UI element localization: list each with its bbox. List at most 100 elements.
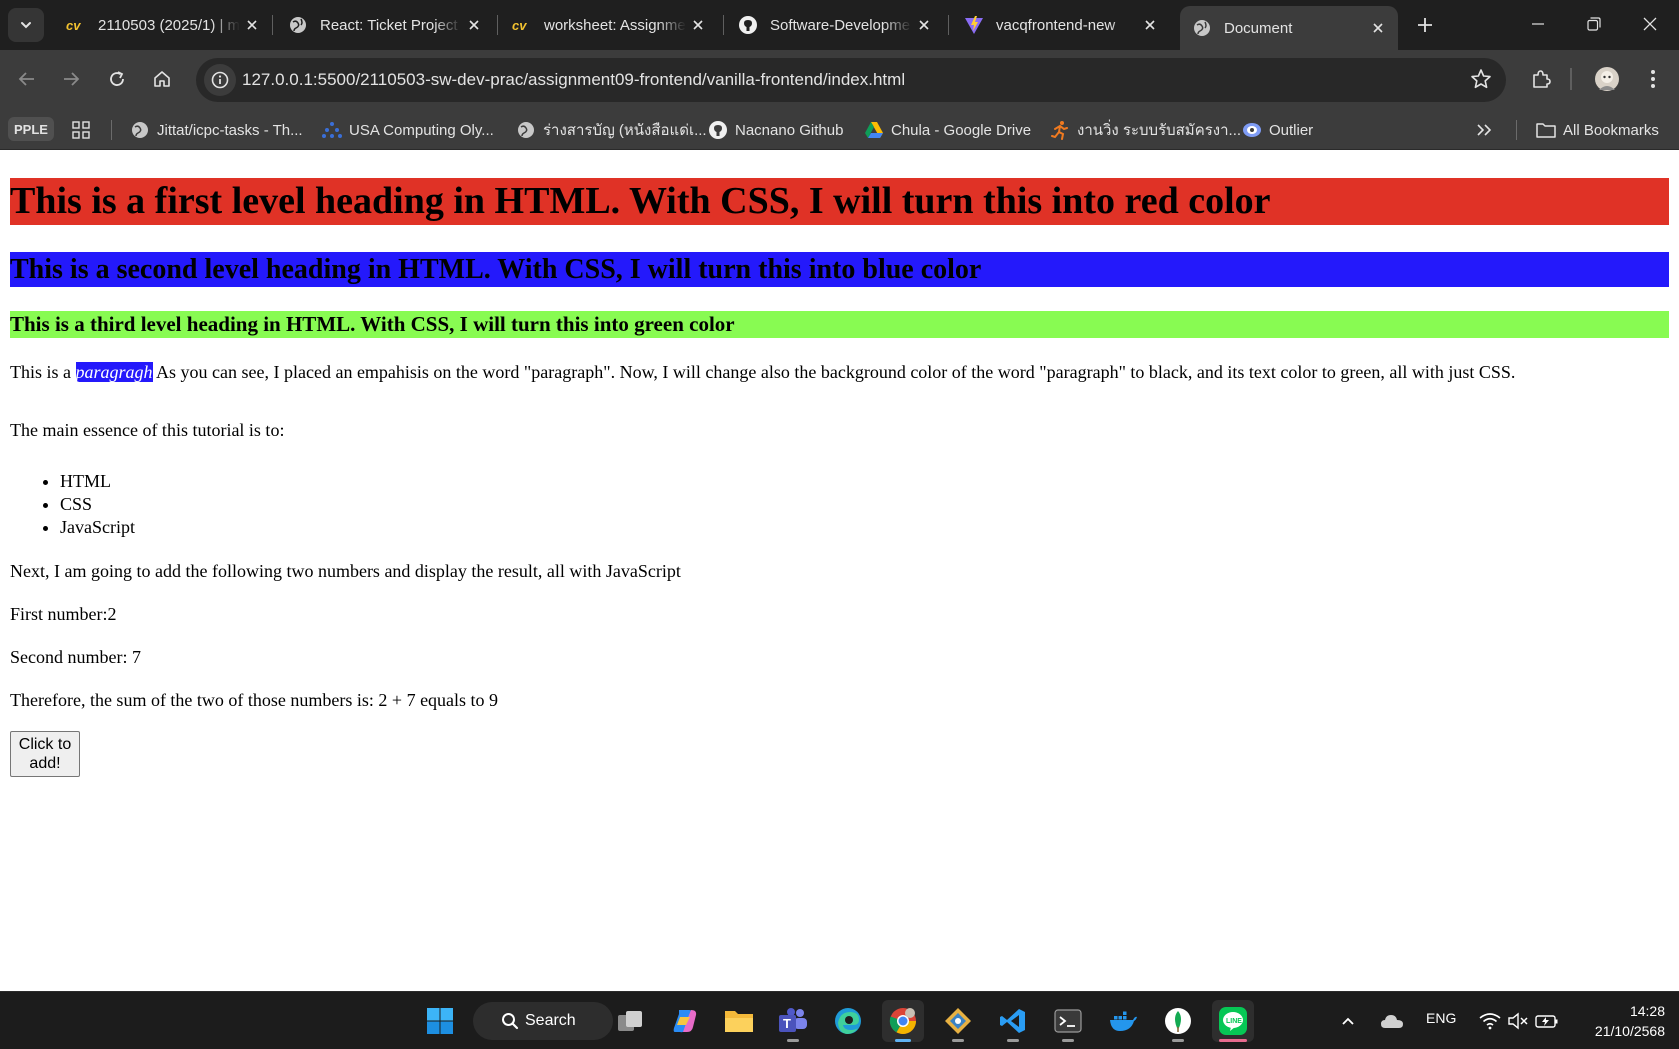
windows-logo-icon [427, 1008, 453, 1034]
forward-button[interactable] [54, 62, 88, 96]
profile-avatar[interactable] [1590, 62, 1624, 96]
tab-react-ticket-project[interactable]: React: Ticket Project [276, 6, 494, 44]
file-explorer-button[interactable] [718, 1000, 760, 1042]
reload-button[interactable] [100, 62, 134, 96]
minimize-button[interactable] [1510, 0, 1566, 48]
mongodb-compass-button[interactable] [1157, 1000, 1199, 1042]
start-button[interactable] [419, 1000, 461, 1042]
task-view-icon [618, 1011, 642, 1031]
kebab-menu-icon [1651, 70, 1655, 88]
bookmark-star-icon[interactable] [1470, 68, 1492, 95]
search-label: Search [525, 1012, 576, 1029]
tab-divider [948, 15, 949, 35]
bookmark-jittat-icpc-tasks[interactable]: Jittat/icpc-tasks - Th... [130, 118, 303, 142]
close-icon[interactable] [912, 13, 936, 37]
close-window-button[interactable] [1622, 0, 1678, 48]
tab-search-button[interactable] [8, 8, 44, 42]
github-icon [738, 15, 758, 35]
github-icon [708, 120, 728, 140]
cloud-icon [1381, 1015, 1403, 1028]
battery-charging-icon [1535, 1015, 1558, 1028]
emphasized-word: paragragh [75, 362, 153, 382]
line-button[interactable]: LINE [1212, 1000, 1254, 1042]
bookmark-usa-computing-olympiad[interactable]: USA Computing Oly... [322, 118, 494, 142]
home-button[interactable] [145, 62, 179, 96]
new-tab-button[interactable] [1408, 8, 1442, 42]
close-icon[interactable] [240, 13, 264, 37]
quick-settings-button[interactable] [1474, 1002, 1564, 1040]
copilot-icon [673, 1010, 697, 1033]
speaker-muted-icon [1508, 1012, 1528, 1030]
close-icon[interactable] [686, 13, 710, 37]
all-bookmarks-button[interactable]: All Bookmarks [1536, 118, 1659, 142]
globe-icon [288, 15, 308, 35]
task-view-button[interactable] [609, 1000, 651, 1042]
chrome-button[interactable] [882, 1000, 924, 1042]
running-indicator [952, 1039, 964, 1042]
onedrive-button[interactable] [1372, 1002, 1412, 1040]
tab-title: 2110503 (2025/1) | m [98, 16, 240, 34]
docker-button[interactable] [1102, 1000, 1144, 1042]
tab-divider [723, 15, 724, 35]
apps-button[interactable] [72, 118, 90, 142]
tab-worksheet[interactable]: cv worksheet: Assignme [500, 6, 718, 44]
address-bar[interactable]: 127.0.0.1:5500/2110503-sw-dev-prac/assig… [196, 58, 1506, 102]
bookmark-label: ร่างสารบัญ (หนังสือแด่เ... [543, 122, 707, 139]
bookmark-running-registration[interactable]: งานวิ่ง ระบบรับสมัครงา... [1050, 118, 1241, 142]
running-indicator [1172, 1039, 1184, 1042]
reload-icon [110, 71, 124, 86]
bookmark-divider [1516, 120, 1517, 140]
more-bookmarks-button[interactable] [1476, 118, 1492, 142]
arrow-left-icon [18, 72, 34, 86]
chevron-down-icon [21, 22, 31, 29]
bookmark-chula-google-drive[interactable]: Chula - Google Drive [864, 118, 1031, 142]
first-level-heading: This is a first level heading in HTML. W… [10, 178, 1669, 225]
terminal-button[interactable] [1047, 1000, 1089, 1042]
back-button[interactable] [10, 62, 44, 96]
svg-text:LINE: LINE [1226, 1018, 1242, 1025]
folder-icon [725, 1011, 753, 1032]
close-icon[interactable] [1138, 13, 1162, 37]
close-icon[interactable] [462, 13, 486, 37]
chrome-menu-button[interactable] [1636, 62, 1670, 96]
language-indicator[interactable]: ENG [1426, 1010, 1456, 1026]
running-indicator [1062, 1039, 1074, 1042]
globe-icon [1192, 18, 1212, 38]
click-to-add-button[interactable]: Click to add! [10, 731, 80, 777]
list-item: CSS [60, 493, 135, 516]
copilot-button[interactable] [664, 1000, 706, 1042]
search-icon [502, 1013, 519, 1030]
edge-button[interactable] [827, 1000, 869, 1042]
close-icon[interactable] [1366, 16, 1390, 40]
bookmark-thai-draft-index[interactable]: ร่างสารบัญ (หนังสือแด่เ... [516, 118, 707, 142]
teams-button[interactable]: T [772, 1000, 814, 1042]
intro-text-end: As you can see, I placed an empahisis on… [152, 362, 1516, 382]
bookmark-outlier[interactable]: Outlier [1242, 118, 1313, 142]
chrome-icon [889, 1008, 917, 1035]
git-client-button[interactable] [937, 1000, 979, 1042]
tab-document[interactable]: Document [1180, 6, 1398, 50]
profile-chip[interactable]: PPLE [8, 117, 54, 141]
tab-software-development[interactable]: Software-Developme [726, 6, 944, 44]
cv-icon: cv [66, 15, 86, 35]
tab-2110503[interactable]: cv 2110503 (2025/1) | m [54, 6, 272, 44]
extensions-button[interactable] [1524, 62, 1558, 96]
first-number: First number:2 [10, 604, 117, 624]
show-hidden-icons-button[interactable] [1330, 1002, 1366, 1040]
topic-list: HTML CSS JavaScript [60, 470, 135, 539]
bookmark-divider [111, 120, 112, 140]
vscode-button[interactable] [992, 1000, 1034, 1042]
git-diamond-icon [945, 1008, 971, 1034]
tab-vacqfrontend-new[interactable]: vacqfrontend-new [952, 6, 1170, 44]
plus-icon [1418, 18, 1432, 32]
restore-button[interactable] [1566, 0, 1622, 48]
site-info-button[interactable] [204, 64, 236, 96]
bookmark-nacnano-github[interactable]: Nacnano Github [708, 118, 843, 142]
bookmark-label: Jittat/icpc-tasks - Th... [157, 121, 303, 139]
windows-taskbar: Search T LINE ENG 14:28 21/10/2568 [0, 991, 1679, 1049]
running-indicator [1219, 1039, 1247, 1042]
system-clock[interactable]: 14:28 21/10/2568 [1595, 1001, 1665, 1041]
intro-text-start: This is a [10, 362, 76, 382]
taskbar-search[interactable]: Search [473, 1002, 613, 1040]
folder-icon [1536, 120, 1556, 140]
